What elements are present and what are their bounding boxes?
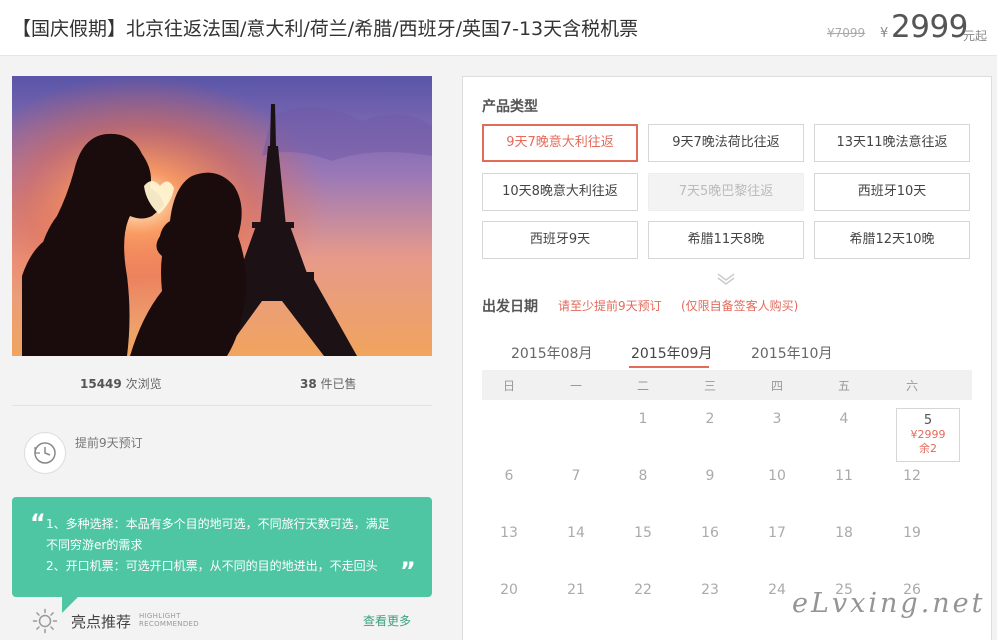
open-quote-icon: “	[30, 509, 46, 537]
calendar-day: 17	[768, 525, 786, 541]
product-option-4[interactable]: 10天8晚意大利往返	[482, 173, 638, 211]
calendar-day: 11	[835, 468, 853, 484]
weekday-label: 四	[770, 379, 783, 393]
currency-symbol: ¥	[880, 26, 889, 41]
sun-icon	[32, 608, 58, 634]
weekday-label: 三	[703, 379, 716, 393]
product-option-7[interactable]: 西班牙9天	[482, 221, 638, 259]
available-day-number: 5	[923, 413, 933, 428]
views-label: 次浏览	[125, 377, 162, 391]
highlight-line-2: 2、开口机票：可选开口机票，从不同的目的地进出，不走回头	[46, 559, 378, 573]
weekday-label: 六	[905, 379, 918, 393]
header: 【国庆假期】北京往返法国/意大利/荷兰/希腊/西班牙/英国7-13天含税机票 ¥…	[0, 0, 997, 56]
product-photo[interactable]	[12, 76, 432, 356]
weekday-label: 日	[502, 379, 515, 393]
calendar-day: 9	[705, 468, 715, 484]
weekday-label: 一	[569, 379, 582, 393]
calendar-day: 14	[567, 525, 585, 541]
chevron-down-icon[interactable]	[716, 271, 736, 285]
page: 【国庆假期】北京往返法国/意大利/荷兰/希腊/西班牙/英国7-13天含税机票 ¥…	[0, 0, 997, 640]
product-option-3[interactable]: 13天11晚法意往返	[814, 124, 970, 162]
weekday-label: 二	[636, 379, 649, 393]
views-count: 15449	[80, 377, 122, 391]
calendar-day: 3	[772, 411, 782, 427]
original-price: ¥7099	[827, 26, 866, 40]
product-type-label: 产品类型	[482, 99, 538, 115]
booking-panel: 产品类型 9天7晚意大利往返 9天7晚法荷比往返 13天11晚法意往返 10天8晚意大…	[462, 76, 992, 640]
product-option-1[interactable]: 9天7晚意大利往返	[482, 124, 638, 162]
price-suffix: 元起	[963, 29, 988, 43]
sold-stat: 38 件已售	[300, 375, 357, 392]
calendar-day: 22	[634, 582, 652, 598]
calendar-day: 8	[638, 468, 648, 484]
view-more-link[interactable]: 查看更多	[363, 612, 411, 629]
advance-notice: 请至少提前9天预订	[558, 299, 662, 313]
month-tab-3[interactable]: 2015年10月	[751, 343, 832, 363]
weekday-label: 五	[837, 379, 850, 393]
eiffel-couple-image	[12, 76, 432, 356]
calendar-day: 15	[634, 525, 652, 541]
close-quote-icon: ”	[400, 557, 416, 585]
product-stats: 15449 次浏览 38 件已售	[12, 360, 432, 406]
highlights-text: 1、多种选择：本品有多个目的地可选，不同旅行天数可选，满足不同穷游er的需求 2…	[46, 514, 396, 577]
product-option-6[interactable]: 西班牙10天	[814, 173, 970, 211]
departure-date-label: 出发日期	[482, 299, 538, 315]
calendar-day: 4	[839, 411, 849, 427]
product-option-2[interactable]: 9天7晚法荷比往返	[648, 124, 804, 162]
highlights-bubble: “ 1、多种选择：本品有多个目的地可选，不同旅行天数可选，满足不同穷游er的需求…	[12, 497, 432, 597]
calendar-day: 12	[903, 468, 921, 484]
clock-icon	[24, 432, 66, 474]
calendar-day: 21	[567, 582, 585, 598]
calendar-day: 18	[835, 525, 853, 541]
calendar-day: 6	[504, 468, 514, 484]
available-day-price: ¥2999	[910, 428, 946, 441]
sold-count: 38	[300, 377, 317, 391]
month-tab-2[interactable]: 2015年09月	[631, 343, 712, 363]
product-option-8[interactable]: 希腊11天8晚	[648, 221, 804, 259]
advance-booking: 提前9天预订	[12, 427, 432, 477]
product-option-5: 7天5晚巴黎往返	[648, 173, 804, 211]
calendar-day: 2	[705, 411, 715, 427]
highlight-line-1: 1、多种选择：本品有多个目的地可选，不同旅行天数可选，满足不同穷游er的需求	[46, 517, 390, 552]
views-stat: 15449 次浏览	[80, 375, 162, 392]
weekday-header: 日一二三四五六	[482, 370, 972, 400]
calendar-day: 23	[701, 582, 719, 598]
visa-notice: (仅限自备签客人购买)	[681, 299, 799, 313]
calendar-day: 7	[571, 468, 581, 484]
calendar-day: 1	[638, 411, 648, 427]
available-date-cell[interactable]: 5 ¥2999 余2	[896, 408, 960, 462]
calendar-day: 16	[701, 525, 719, 541]
highlights-footer: 亮点推荐 HIGHLIGHT RECOMMENDED 查看更多	[12, 602, 432, 640]
available-day-remaining: 余2	[919, 442, 937, 455]
month-tab-1[interactable]: 2015年08月	[511, 343, 592, 363]
product-option-9[interactable]: 希腊12天10晚	[814, 221, 970, 259]
calendar-day: 20	[500, 582, 518, 598]
highlights-title: 亮点推荐	[71, 613, 132, 631]
advance-text: 提前9天预订	[75, 436, 143, 450]
page-title: 【国庆假期】北京往返法国/意大利/荷兰/希腊/西班牙/英国7-13天含税机票	[12, 18, 639, 40]
active-month-indicator	[629, 366, 709, 368]
sold-label: 件已售	[320, 377, 357, 391]
highlights-title-en: HIGHLIGHT RECOMMENDED	[139, 612, 199, 628]
calendar-day: 10	[768, 468, 786, 484]
calendar-day: 13	[500, 525, 518, 541]
watermark: eLvxing.net	[792, 588, 986, 619]
calendar-day: 19	[903, 525, 921, 541]
current-price: 2999	[891, 9, 968, 45]
